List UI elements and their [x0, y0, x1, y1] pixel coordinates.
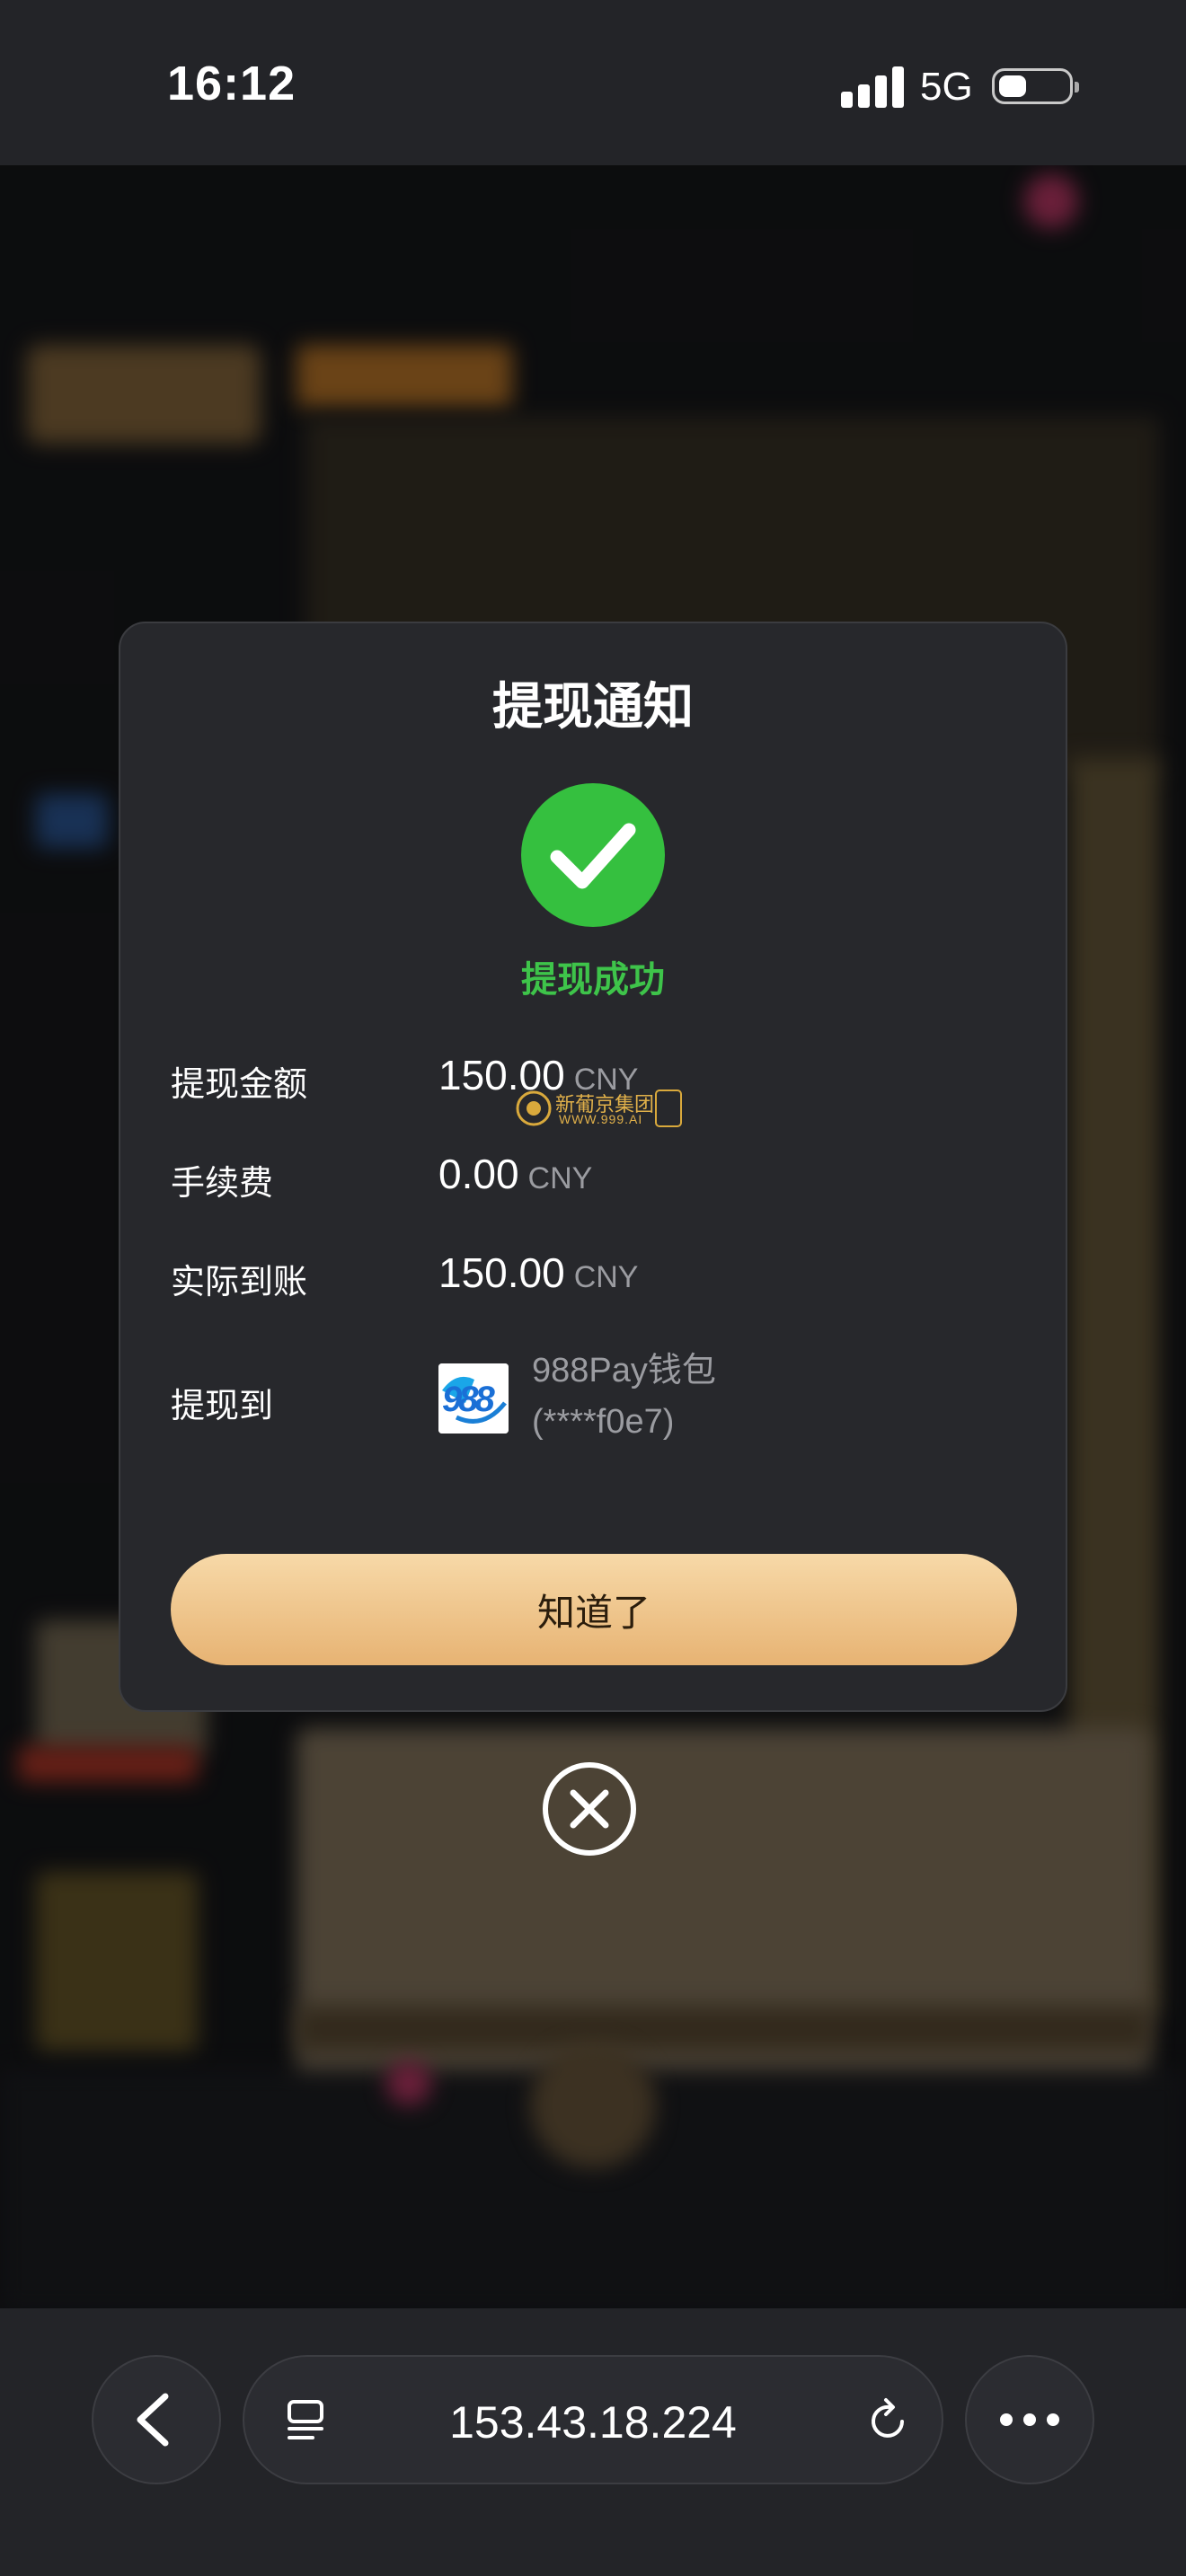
more-icon [1000, 2413, 1059, 2426]
received-value: 150.00 CNY [438, 1249, 639, 1296]
withdrawal-dialog: 提现通知 提现成功 提现金额 150.00 CNY 新葡京集团 WWW.999.A… [119, 622, 1067, 1712]
success-text: 提现成功 [521, 960, 665, 1000]
success-check-icon [521, 783, 665, 927]
address-bar[interactable]: 153.43.18.224 [243, 2355, 943, 2484]
destination-label: 提现到 [171, 1388, 274, 1425]
signal-icon [841, 66, 904, 108]
more-button[interactable] [965, 2355, 1094, 2484]
amount-label: 提现金额 [171, 1066, 308, 1104]
battery-icon [992, 68, 1079, 104]
dialog-title: 提现通知 [492, 678, 694, 735]
fee-value: 0.00 CNY [438, 1151, 593, 1197]
url-text: 153.43.18.224 [449, 2397, 737, 2448]
status-time: 16:12 [167, 57, 296, 110]
wallet-logo: 988 [438, 1363, 509, 1434]
status-bar: 16:12 5G [0, 0, 1186, 165]
network-type: 5G [920, 65, 973, 109]
wallet-name: 988Pay钱包 [532, 1352, 716, 1389]
wallet-account: (****f0e7) [532, 1403, 675, 1441]
close-icon [570, 1789, 609, 1829]
watermark-logo: 新葡京集团 WWW.999.AI [516, 1087, 686, 1130]
received-label: 实际到账 [171, 1264, 308, 1301]
ok-button[interactable]: 知道了 [171, 1554, 1017, 1665]
close-dialog-button[interactable] [543, 1762, 636, 1856]
browser-toolbar: 153.43.18.224 [0, 2308, 1186, 2576]
fee-label: 手续费 [171, 1165, 274, 1203]
reload-icon[interactable] [863, 2396, 913, 2447]
chevron-left-icon [137, 2393, 169, 2447]
back-button[interactable] [92, 2355, 221, 2484]
